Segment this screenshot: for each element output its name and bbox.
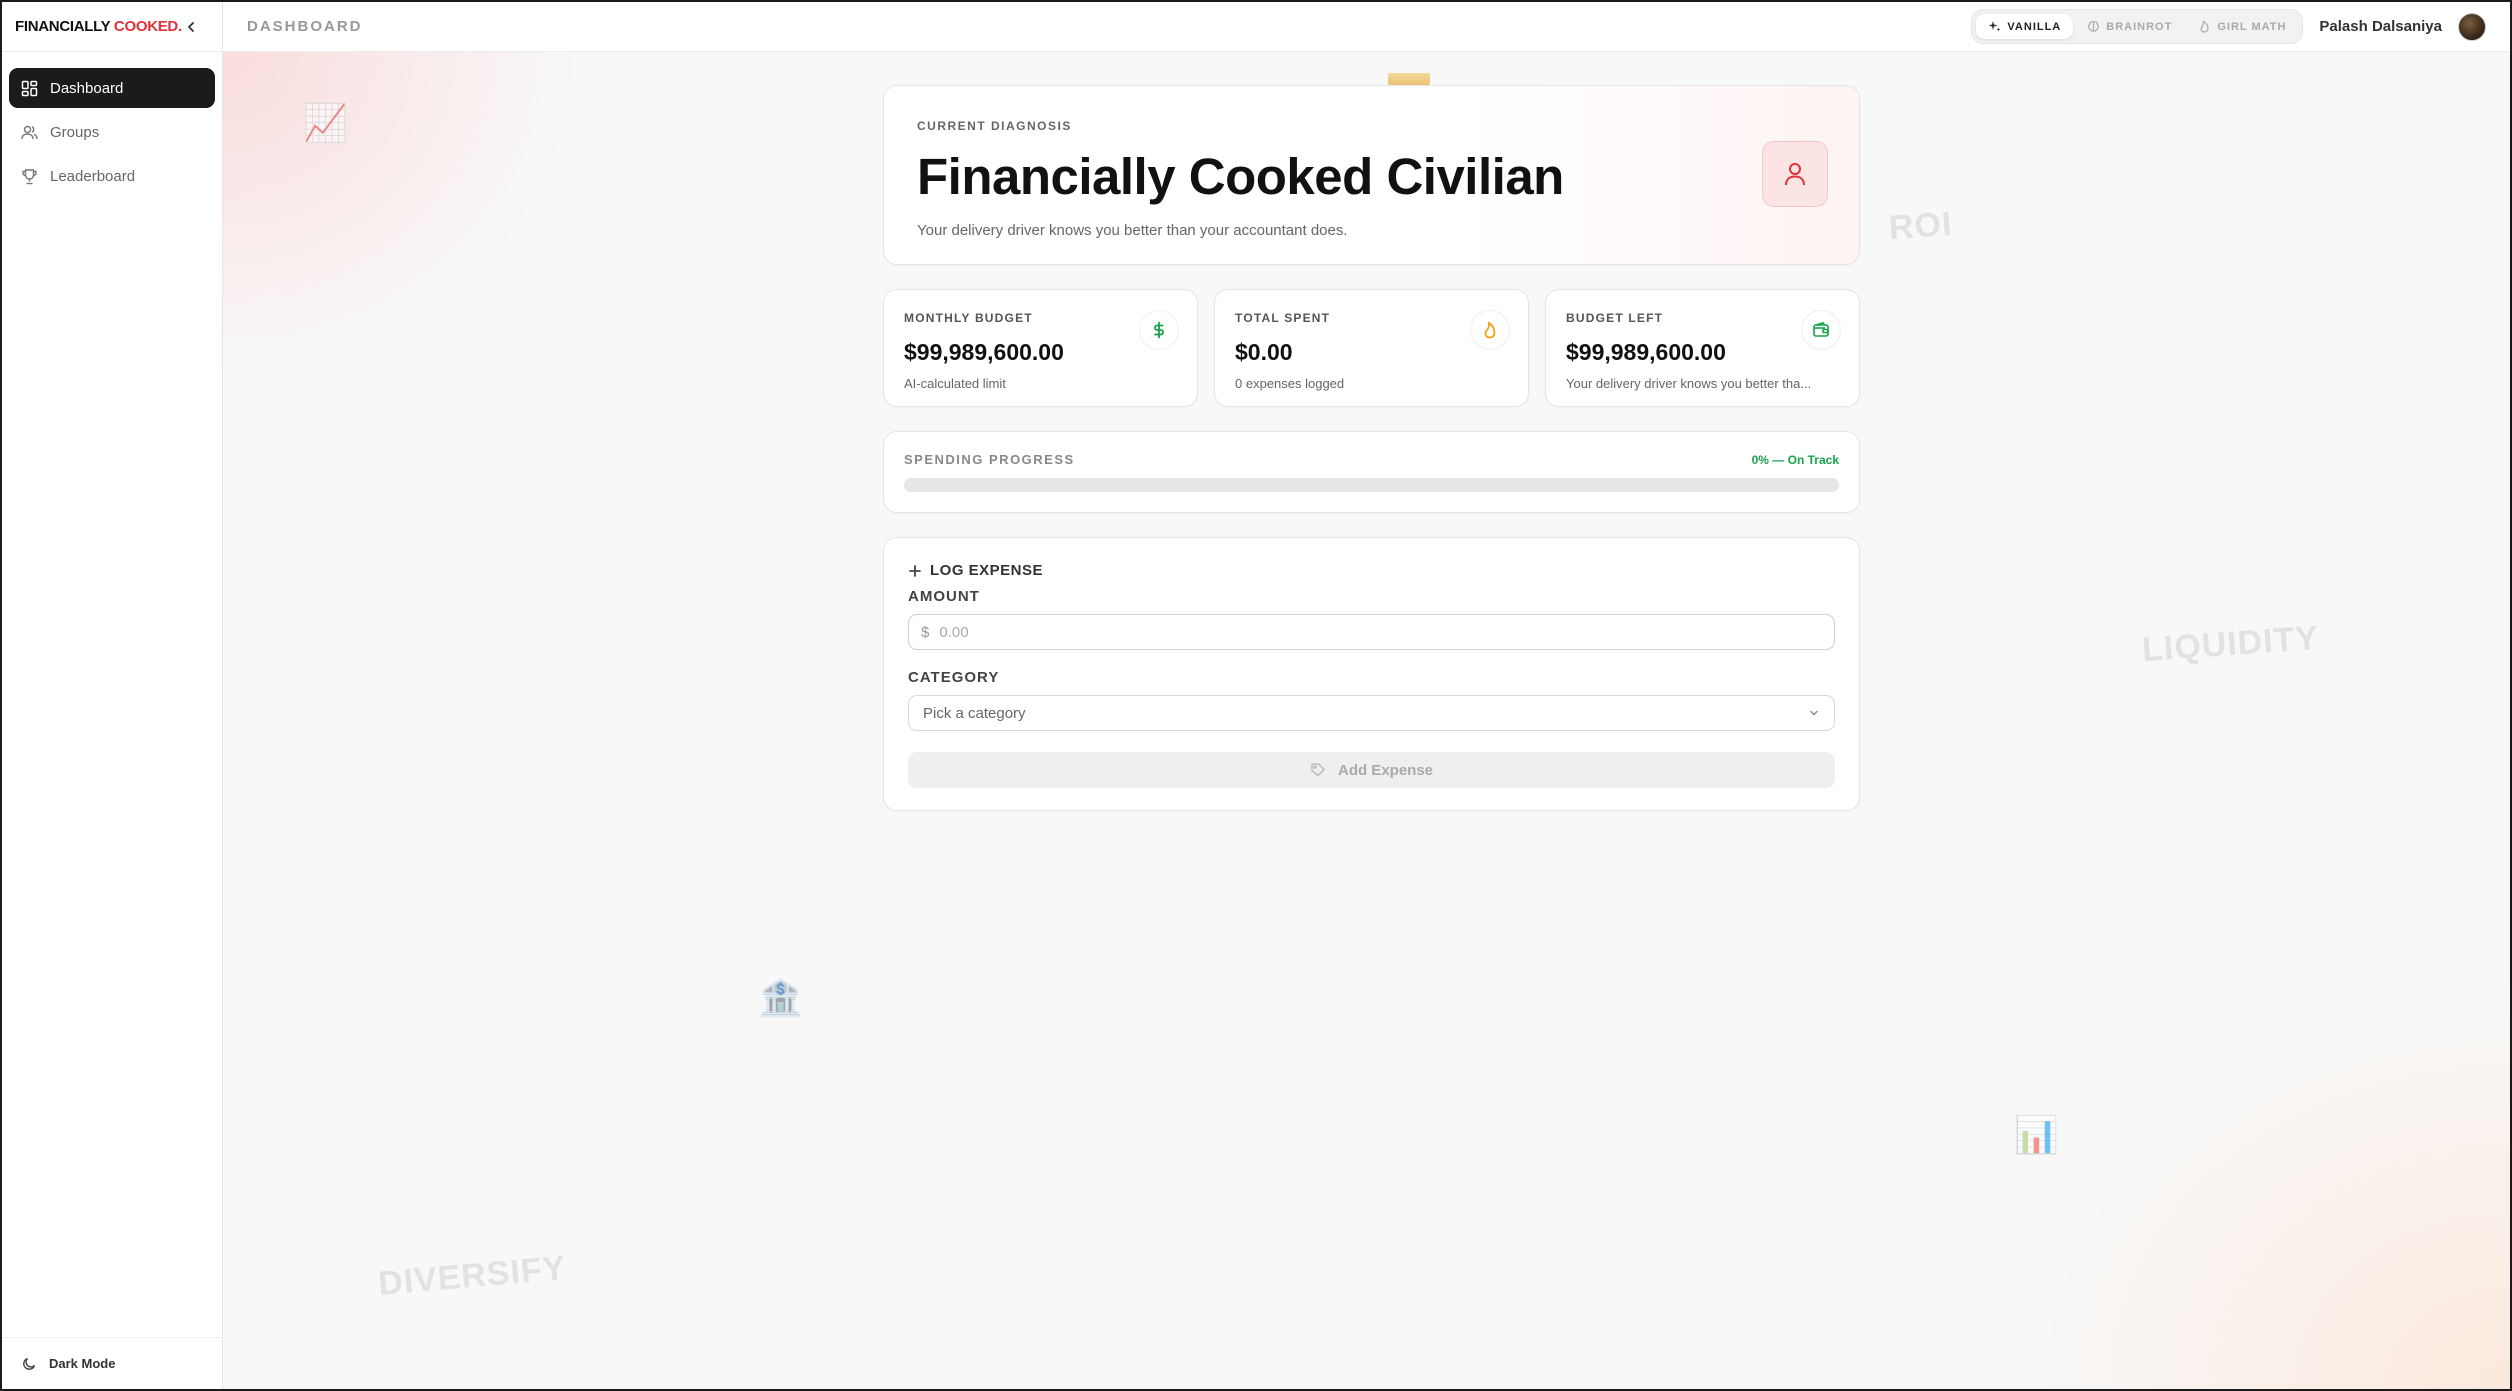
log-expense-header: LOG EXPENSE: [908, 562, 1835, 579]
tag-icon: [1311, 763, 1325, 777]
stat-subtext: Your delivery driver knows you better th…: [1566, 376, 1812, 391]
progress-header: SPENDING PROGRESS 0% — On Track: [904, 452, 1839, 467]
users-icon: [21, 125, 38, 139]
diagnosis-avatar-badge: [1762, 141, 1828, 207]
stat-subtext: 0 expenses logged: [1235, 376, 1345, 391]
main-content: CURRENT DIAGNOSIS Financially Cooked Civ…: [883, 73, 1860, 811]
stat-card-monthly-budget: MONTHLY BUDGET $99,989,600.00 AI-calcula…: [883, 289, 1198, 407]
sidebar-item-label: Leaderboard: [50, 167, 136, 185]
chevron-left-icon: [188, 21, 194, 32]
mode-girl-math-button[interactable]: GIRL MATH: [2186, 14, 2298, 39]
brand-logo[interactable]: FINANCIALLY COOKED.: [15, 18, 182, 35]
brain-icon: [2088, 21, 2100, 32]
stat-value: $0.00: [1235, 339, 1293, 365]
user-icon: [1785, 163, 1805, 186]
plus-icon: [909, 564, 921, 577]
category-select[interactable]: Pick a category: [908, 695, 1835, 731]
sidebar-item-dashboard[interactable]: Dashboard: [9, 68, 215, 108]
flame-icon: [1484, 321, 1496, 339]
stat-card-budget-left: BUDGET LEFT $99,989,600.00 Your delivery…: [1545, 289, 1860, 407]
stat-value: $99,989,600.00: [1566, 339, 1726, 365]
progress-label: SPENDING PROGRESS: [904, 452, 1075, 467]
stat-value: $99,989,600.00: [904, 339, 1064, 365]
diagnosis-title: Financially Cooked Civilian: [917, 148, 1564, 205]
spending-progress-card: SPENDING PROGRESS 0% — On Track: [883, 431, 1860, 513]
stats-row: MONTHLY BUDGET $99,989,600.00 AI-calcula…: [883, 289, 1860, 407]
topbar-right: VANILLA BRAINROT GIRL MATH Palash Dalsan…: [1971, 9, 2486, 44]
collapse-sidebar-button[interactable]: [182, 18, 200, 36]
sidebar-item-groups[interactable]: Groups: [9, 112, 215, 152]
brand-text: FINANCIALLY: [15, 18, 114, 35]
category-select-value: Pick a category: [923, 704, 1026, 722]
wallet-icon: [1813, 321, 1829, 337]
dashboard-icon: [21, 80, 38, 96]
mode-brainrot-button[interactable]: BRAINROT: [2075, 14, 2184, 39]
sidebar-nav: Dashboard Groups Leaderboard: [2, 52, 222, 216]
app-window: ROI LIQUIDITY DIVERSIFY 📈 🏦 📊 FINANCIALL…: [0, 0, 2512, 1391]
stat-label: TOTAL SPENT: [1235, 311, 1331, 325]
stat-label: MONTHLY BUDGET: [904, 311, 1033, 325]
sidebar-item-label: Dashboard: [50, 79, 124, 97]
stat-card-total-spent: TOTAL SPENT $0.00 0 expenses logged: [1214, 289, 1529, 407]
dark-mode-label: Dark Mode: [49, 1356, 116, 1371]
decor-word-diversify: DIVERSIFY: [376, 1248, 568, 1304]
sidebar-item-leaderboard[interactable]: Leaderboard: [9, 156, 215, 196]
topbar: DASHBOARD VANILLA BRAINROT GIRL MATH Pal…: [223, 2, 2510, 52]
sparkle-icon: [1988, 21, 2001, 32]
background-glow: [223, 52, 583, 382]
decor-word-roi: ROI: [1887, 204, 1954, 248]
category-label: CATEGORY: [908, 669, 1000, 686]
chevron-down-icon: [1810, 710, 1818, 716]
tape-decoration: [1388, 73, 1430, 85]
amount-field: $: [908, 614, 1835, 650]
diagnosis-subtitle: Your delivery driver knows you better th…: [917, 222, 1348, 239]
sidebar: FINANCIALLY COOKED. Dashboard Groups Lea…: [2, 2, 223, 1389]
add-expense-label: Add Expense: [1337, 761, 1434, 779]
brand-row: FINANCIALLY COOKED.: [2, 2, 222, 52]
stat-icon-wrap: [1139, 310, 1179, 350]
amount-label: AMOUNT: [908, 588, 980, 605]
bank-emoji-icon: 🏦: [758, 977, 803, 1018]
sidebar-item-label: Groups: [50, 123, 100, 141]
stat-icon-wrap: [1470, 310, 1510, 350]
stat-label: BUDGET LEFT: [1566, 311, 1664, 325]
decor-word-liquidity: LIQUIDITY: [2140, 618, 2321, 670]
moon-icon: [23, 1357, 36, 1370]
user-name[interactable]: Palash Dalsaniya: [2319, 18, 2442, 35]
log-expense-card: LOG EXPENSE AMOUNT $ CATEGORY Pick a cat…: [883, 537, 1860, 811]
mode-vanilla-button[interactable]: VANILLA: [1976, 14, 2074, 39]
flame-icon: [2200, 20, 2209, 33]
amount-input[interactable]: [939, 623, 1822, 641]
mode-label: VANILLA: [2007, 20, 2062, 33]
diagnosis-label: CURRENT DIAGNOSIS: [917, 119, 1072, 133]
chart-up-emoji-icon: 📈: [303, 102, 348, 143]
mode-label: BRAINROT: [2106, 20, 2173, 33]
page-title: DASHBOARD: [247, 18, 363, 35]
stat-icon-wrap: [1801, 310, 1841, 350]
diagnosis-card: CURRENT DIAGNOSIS Financially Cooked Civ…: [883, 73, 1860, 265]
dark-mode-toggle[interactable]: Dark Mode: [2, 1337, 222, 1389]
brand-accent-text: COOKED.: [113, 18, 182, 35]
add-expense-button[interactable]: Add Expense: [908, 752, 1835, 788]
dollar-icon: [1154, 321, 1164, 339]
log-expense-title: LOG EXPENSE: [930, 562, 1044, 579]
avatar[interactable]: [2458, 12, 2486, 41]
stat-subtext: AI-calculated limit: [904, 376, 1006, 391]
trophy-icon: [22, 168, 37, 184]
bar-chart-emoji-icon: 📊: [2014, 1114, 2059, 1155]
progress-bar-track: [904, 478, 1839, 492]
progress-status: 0% — On Track: [1751, 452, 1839, 467]
background-glow: [1990, 969, 2510, 1389]
mode-label: GIRL MATH: [2217, 20, 2287, 33]
currency-prefix: $: [921, 623, 930, 641]
mode-switcher: VANILLA BRAINROT GIRL MATH: [1971, 9, 2304, 44]
